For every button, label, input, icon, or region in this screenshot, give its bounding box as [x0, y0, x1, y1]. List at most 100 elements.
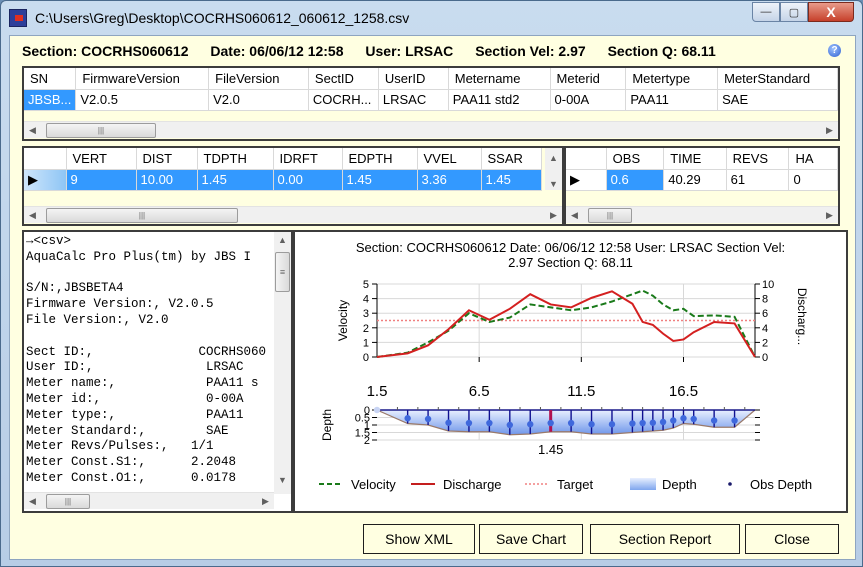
horizontal-scrollbar[interactable]: ◀ ||| ▶	[24, 206, 562, 223]
row-selector[interactable]: ▶	[566, 169, 607, 191]
table-row[interactable]: ▶ 9 10.00 1.45 0.00 1.45 3.36 1.45	[24, 169, 542, 191]
vertical-scrollbar[interactable]: ▲ ≡ ▼	[274, 232, 291, 494]
column-header[interactable]: FirmwareVersion	[75, 68, 210, 90]
scroll-thumb[interactable]: |||	[46, 494, 90, 509]
table-row[interactable]: JBSB... V2.0.5 V2.0 COCRH... LRSAC PAA11…	[24, 89, 838, 111]
column-header[interactable]: IDRFT	[273, 148, 343, 170]
maximize-button[interactable]: ▢	[780, 2, 808, 22]
scroll-thumb[interactable]: |||	[46, 123, 156, 138]
y2-tick-label: 6	[762, 308, 768, 320]
column-header[interactable]: UserID	[378, 68, 449, 90]
scroll-down-icon[interactable]: ▼	[274, 472, 291, 489]
close-window-button[interactable]: X	[808, 2, 854, 22]
scroll-up-icon[interactable]: ▲	[274, 232, 291, 249]
table-cell[interactable]: LRSAC	[378, 89, 449, 111]
table-cell[interactable]: 10.00	[136, 169, 198, 191]
table-cell[interactable]: V2.0.5	[75, 89, 210, 111]
table-cell[interactable]: 9	[66, 169, 137, 191]
scroll-up-icon[interactable]: ▲	[545, 150, 562, 167]
table-cell[interactable]: 0-00A	[550, 89, 627, 111]
table-row[interactable]: ▶ 0.6 40.29 61 0	[566, 169, 838, 191]
legend-label: Obs Depth	[750, 477, 812, 492]
x-tick-label: 6.5	[469, 383, 490, 400]
horizontal-scrollbar[interactable]: ◀ ||| ▶	[24, 492, 274, 509]
table-cell[interactable]: 3.36	[417, 169, 482, 191]
scroll-right-icon[interactable]: ▶	[821, 122, 838, 139]
scroll-left-icon[interactable]: ◀	[24, 122, 41, 139]
column-header[interactable]: TDPTH	[197, 148, 274, 170]
table-cell[interactable]: 1.45	[342, 169, 418, 191]
table-cell[interactable]: 40.29	[663, 169, 727, 191]
horizontal-scrollbar[interactable]: ◀ ||| ▶	[566, 206, 838, 223]
scroll-right-icon[interactable]: ▶	[821, 207, 838, 224]
csv-line: User ID:, LRSAC	[26, 360, 244, 375]
y-tick-label: 1	[363, 337, 369, 349]
vertical-scrollbar[interactable]: ▲ ▼	[545, 148, 562, 190]
csv-text-panel[interactable]: →<csv> AquaCalc Pro Plus(tm) by JBS I S/N…	[22, 230, 293, 513]
obs-depth-point	[639, 419, 646, 427]
table-cell[interactable]: 1.45	[197, 169, 274, 191]
table-cell[interactable]: V2.0	[208, 89, 309, 111]
minimize-button[interactable]: —	[752, 2, 780, 22]
scroll-left-icon[interactable]: ◀	[24, 493, 41, 510]
table-cell[interactable]: JBSB...	[24, 89, 77, 111]
section-vel-label: Section Vel: 2.97	[475, 43, 586, 59]
horizontal-scrollbar[interactable]: ◀ ||| ▶	[24, 121, 838, 138]
table-cell[interactable]: 0.6	[606, 169, 665, 191]
close-button[interactable]: Close	[745, 524, 839, 554]
table-cell[interactable]: SAE	[717, 89, 838, 111]
section-report-button[interactable]: Section Report	[590, 524, 740, 554]
table-cell[interactable]: 0.00	[273, 169, 343, 191]
scroll-thumb[interactable]: ≡	[275, 252, 290, 292]
scroll-thumb[interactable]: |||	[46, 208, 238, 223]
observations-grid: OBS TIME REVS HA ▶ 0.6 40.29 61 0 ◀ ||| …	[564, 146, 840, 226]
obs-depth-point	[649, 419, 657, 426]
column-header[interactable]: Metertype	[625, 68, 719, 90]
column-header[interactable]: VVEL	[417, 148, 482, 170]
save-chart-button[interactable]: Save Chart	[479, 524, 583, 554]
depth-y-tick-label: 2	[364, 435, 370, 447]
title-bar[interactable]: C:\Users\Greg\Desktop\COCRHS060612_06061…	[1, 1, 862, 35]
table-cell[interactable]: 61	[726, 169, 790, 191]
csv-line	[26, 329, 274, 345]
y2-tick-label: 8	[762, 294, 768, 306]
table-cell[interactable]: 0	[788, 169, 838, 191]
column-header[interactable]: SN	[24, 68, 77, 90]
table-cell[interactable]: COCRH...	[308, 89, 379, 111]
help-icon[interactable]: ?	[828, 44, 841, 57]
column-header[interactable]: Meterid	[550, 68, 627, 90]
column-header[interactable]: FileVersion	[208, 68, 309, 90]
column-header[interactable]: EDPTH	[342, 148, 418, 170]
obs-depth-point	[547, 419, 554, 427]
csv-line: Meter Standard:, SAE	[26, 423, 229, 438]
window-title: C:\Users\Greg\Desktop\COCRHS060612_06061…	[35, 10, 410, 26]
scroll-left-icon[interactable]: ◀	[566, 207, 583, 224]
column-header[interactable]: DIST	[136, 148, 198, 170]
scroll-right-icon[interactable]: ▶	[545, 207, 562, 224]
table-cell[interactable]: PAA11	[625, 89, 719, 111]
column-header[interactable]: OBS	[606, 148, 665, 170]
column-header[interactable]: REVS	[726, 148, 790, 170]
section-info-bar: Section: COCRHS060612 Date: 06/06/12 12:…	[22, 43, 734, 59]
column-header[interactable]: SSAR	[481, 148, 542, 170]
csv-line: Meter Const.O1:, 0.0178	[26, 470, 237, 485]
table-cell[interactable]: PAA11 std2	[448, 89, 551, 111]
column-header[interactable]: TIME	[663, 148, 727, 170]
depth-area	[377, 410, 755, 435]
column-header[interactable]: MeterStandard	[717, 68, 838, 90]
obs-depth-point	[424, 415, 432, 423]
scroll-thumb[interactable]: |||	[588, 208, 632, 223]
column-header[interactable]: HA	[788, 148, 838, 170]
row-selector[interactable]: ▶	[24, 169, 67, 191]
column-header[interactable]: Metername	[448, 68, 551, 90]
scroll-right-icon[interactable]: ▶	[257, 493, 274, 510]
scroll-down-icon[interactable]: ▼	[545, 176, 562, 193]
column-header[interactable]: VERT	[66, 148, 137, 170]
table-cell[interactable]: 1.45	[481, 169, 542, 191]
csv-text-content[interactable]: →<csv> AquaCalc Pro Plus(tm) by JBS I S/N…	[26, 234, 274, 486]
show-xml-button[interactable]: Show XML	[363, 524, 475, 554]
csv-line: Meter id:, 0-00A	[26, 391, 244, 406]
column-header[interactable]: SectID	[308, 68, 379, 90]
scroll-left-icon[interactable]: ◀	[24, 207, 41, 224]
obs-depth-point	[608, 421, 616, 428]
